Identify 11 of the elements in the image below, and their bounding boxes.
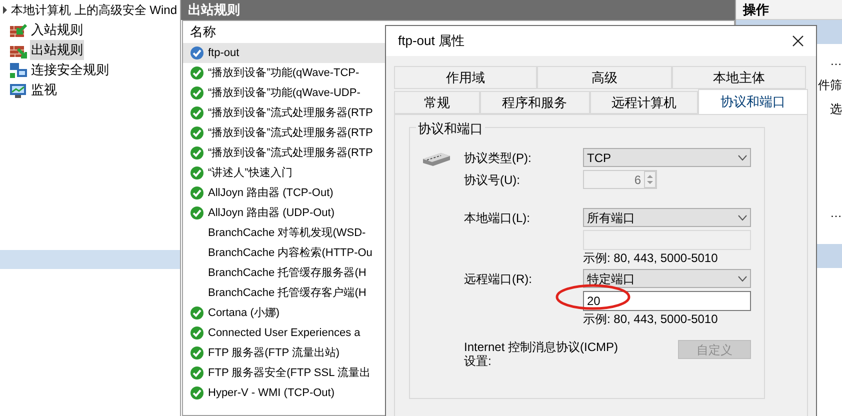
- field-label: 本地端口(L):: [464, 210, 531, 226]
- dialog-title: ftp-out 属性: [398, 32, 464, 50]
- field-label: 协议类型(P):: [464, 150, 532, 166]
- panel-title: 操作: [736, 0, 842, 20]
- field-label: 远程端口(R):: [464, 270, 533, 288]
- field-label: Internet 控制消息协议(ICMP)设置:: [464, 340, 620, 368]
- field-label: 协议号(U):: [464, 172, 521, 188]
- example-hint: 示例: 80, 443, 5000-5010: [583, 312, 718, 326]
- console-title: 本地计算机 上的高级安全 Wind: [11, 2, 178, 19]
- example-hint: 示例: 80, 443, 5000-5010: [583, 251, 718, 265]
- panel-title: 出站规则: [181, 0, 735, 20]
